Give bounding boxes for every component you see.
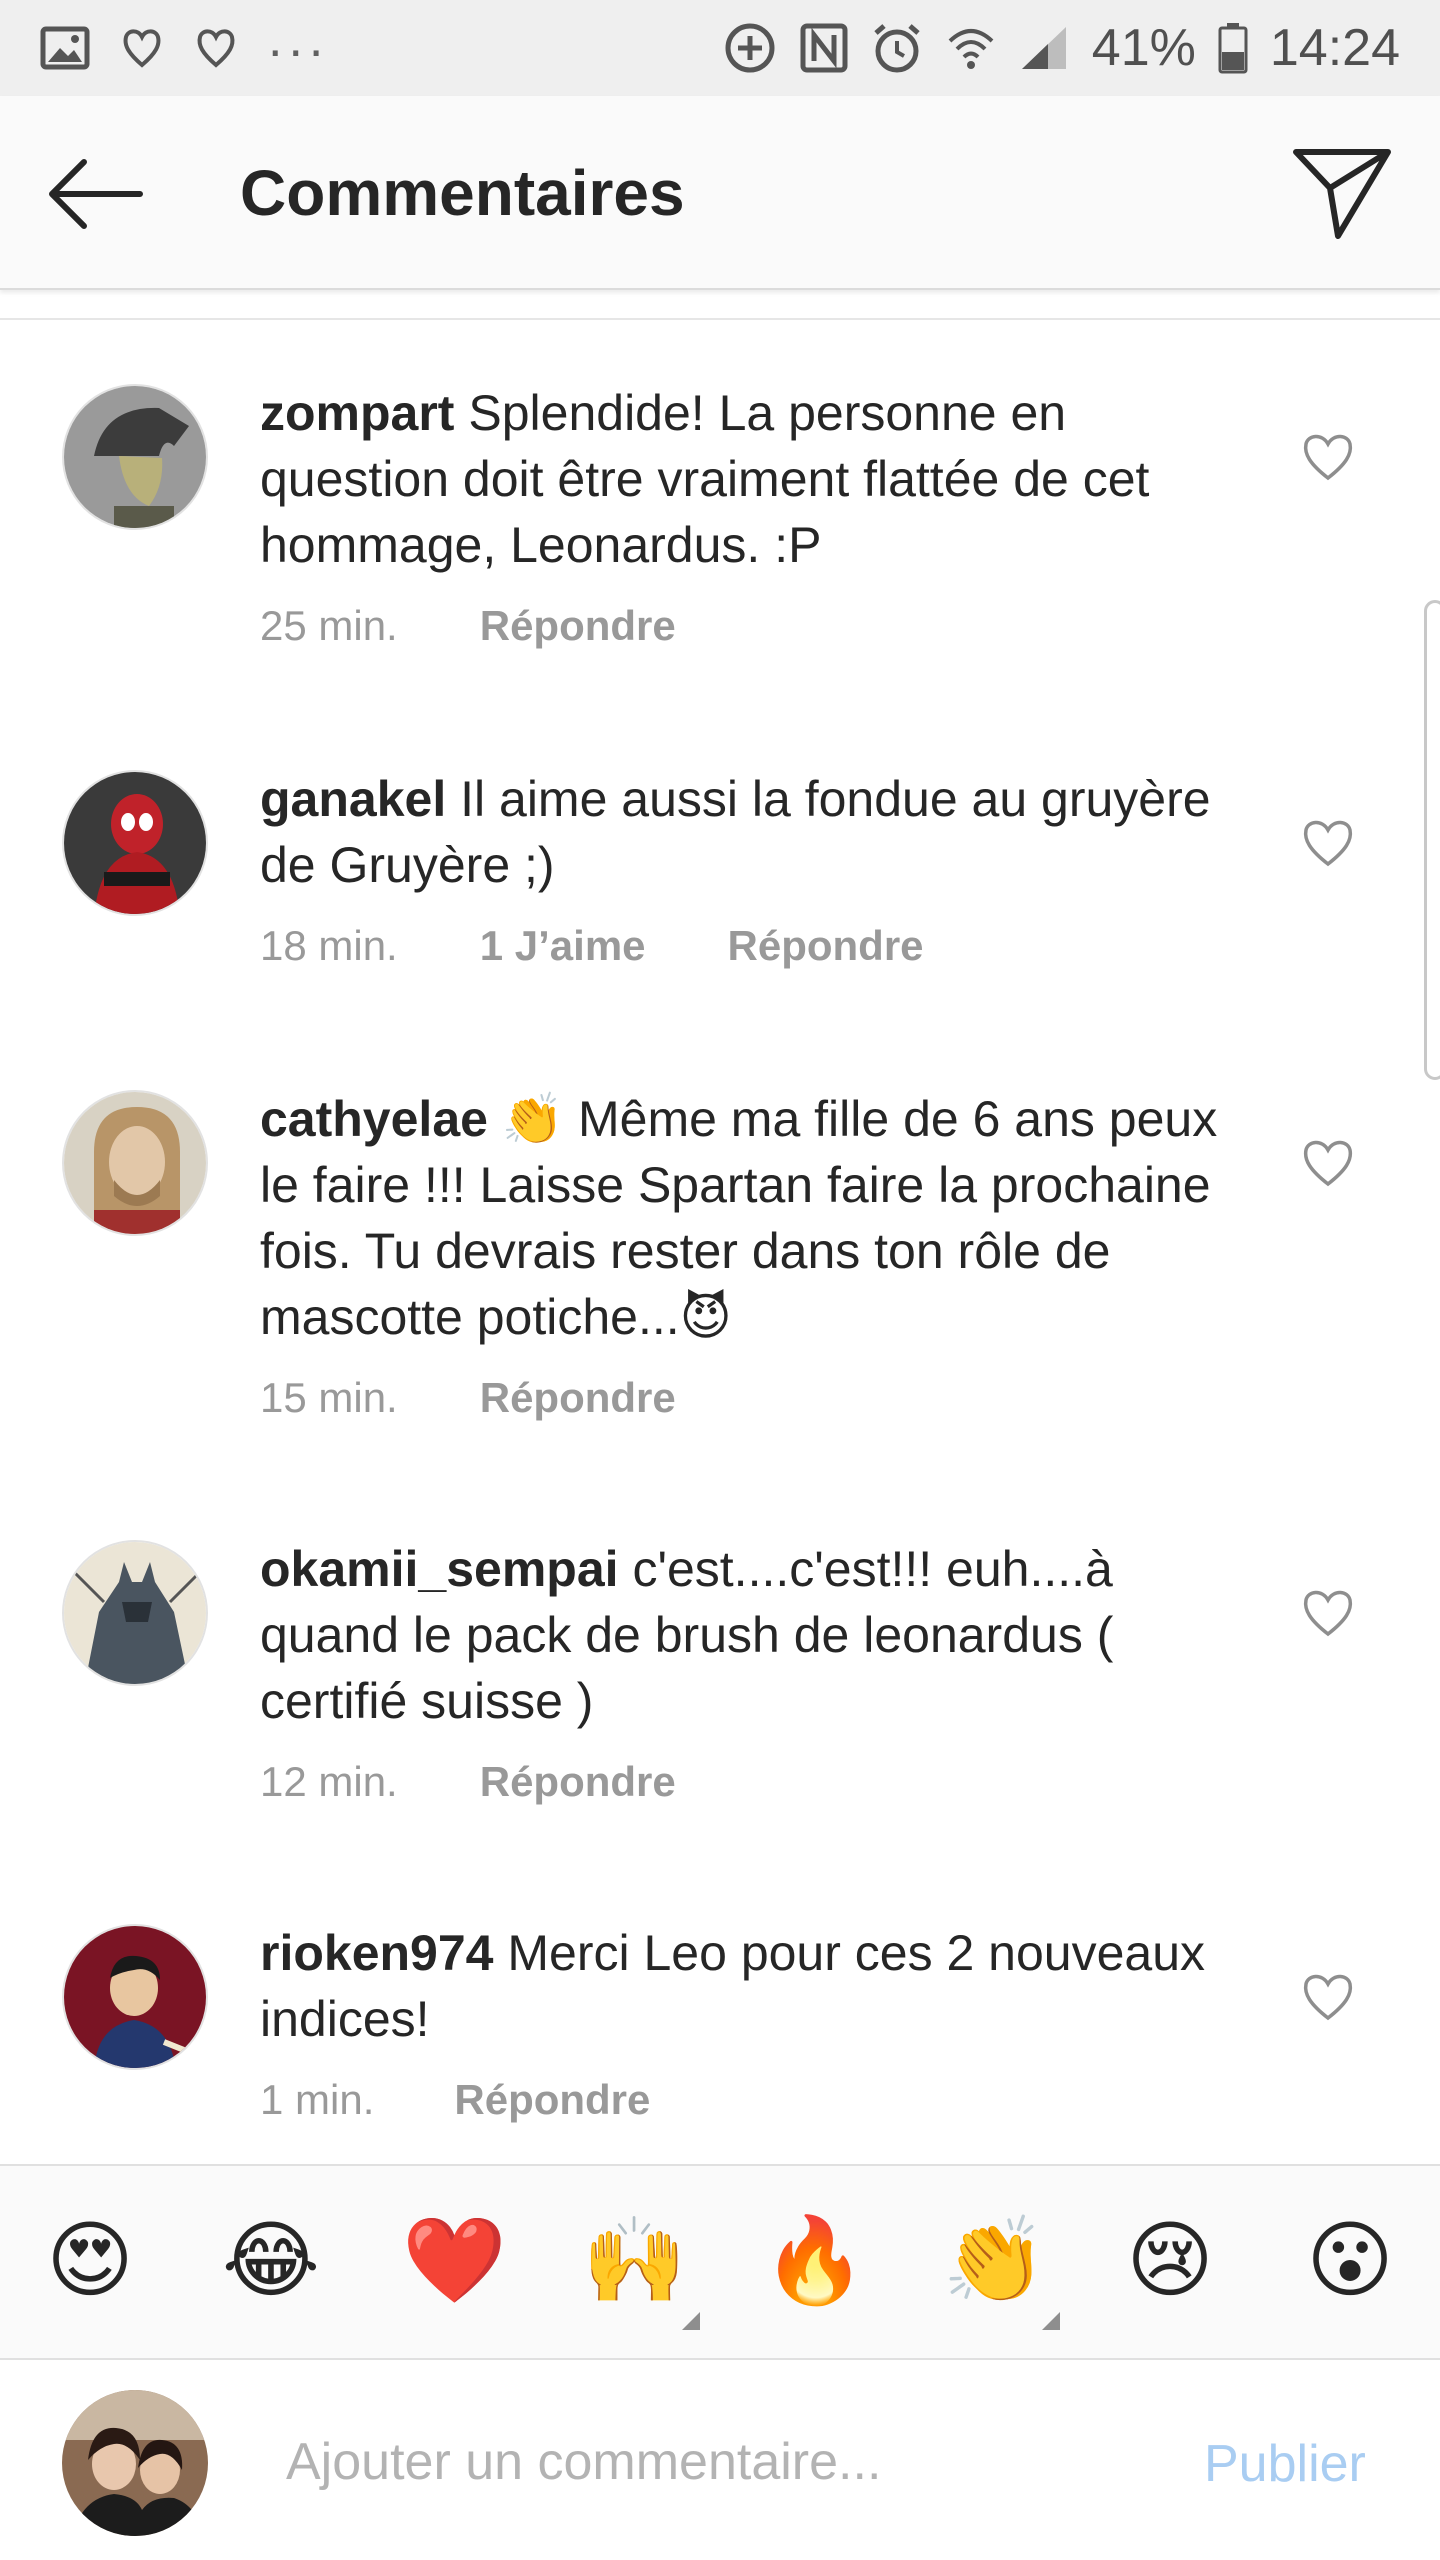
emoji-fire[interactable]: 🔥: [762, 2212, 867, 2308]
status-bar: ... 41% 14:24: [0, 0, 1440, 96]
reply-button[interactable]: Répondre: [480, 1758, 676, 1806]
more-notifications-indicator: ...: [268, 10, 330, 68]
comment-text: zompart Splendide! La personne en questi…: [260, 380, 1220, 578]
like-button[interactable]: [1300, 1136, 1356, 1188]
like-button[interactable]: [1300, 1970, 1356, 2022]
arrow-left-icon: [49, 159, 143, 229]
comment-username[interactable]: ganakel: [260, 771, 446, 827]
avatar[interactable]: [62, 384, 208, 530]
comment-time: 12 min.: [260, 1758, 398, 1805]
heart-outline-icon: [1303, 434, 1353, 481]
reply-button[interactable]: Répondre: [728, 922, 924, 970]
comment-username[interactable]: rioken974: [260, 1925, 493, 1981]
paper-plane-icon: [1293, 149, 1391, 239]
avatar[interactable]: [62, 1924, 208, 2070]
heart-outline-icon: [120, 25, 164, 71]
like-button[interactable]: [1300, 430, 1356, 482]
nfc-icon: [800, 23, 848, 73]
comment-username[interactable]: cathyelae: [260, 1091, 488, 1147]
avatar[interactable]: [62, 1540, 208, 1686]
page-title: Commentaires: [240, 157, 685, 229]
back-button[interactable]: [44, 154, 144, 234]
emoji-surprised[interactable]: 😮: [1302, 2212, 1398, 2308]
emoji-tears-of-joy[interactable]: 😂: [222, 2212, 320, 2308]
comments-header: Commentaires: [0, 96, 1440, 290]
skin-tone-indicator: [1042, 2312, 1060, 2330]
comment-meta: 18 min. 1 J’aime Répondre: [260, 922, 924, 970]
avatar[interactable]: [62, 1090, 208, 1236]
comment-text: rioken974 Merci Leo pour ces 2 nouveaux …: [260, 1920, 1220, 2052]
share-button[interactable]: [1290, 144, 1394, 244]
comment-time: 18 min.: [260, 922, 398, 969]
comment-meta: 15 min. Répondre: [260, 1374, 676, 1422]
battery-percentage: 41%: [1091, 19, 1196, 77]
comment-time: 15 min.: [260, 1374, 398, 1421]
emoji-quick-bar: 😍 😂 ❤️ 🙌 🔥 👏 😢 😮: [0, 2164, 1440, 2360]
comment-text: okamii_sempai c'est....c'est!!! euh....à…: [260, 1536, 1220, 1734]
comment-username[interactable]: zompart: [260, 385, 454, 441]
comment-text: ganakel Il aime aussi la fondue au gruyè…: [260, 766, 1220, 898]
emoji-heart-eyes[interactable]: 😍: [42, 2212, 138, 2308]
emoji-raised-hands[interactable]: 🙌: [582, 2212, 687, 2308]
scrollbar-thumb[interactable]: [1424, 600, 1440, 1080]
heart-outline-icon: [1303, 1140, 1353, 1187]
comment-meta: 12 min. Répondre: [260, 1758, 676, 1806]
comment-input-bar: Publier: [0, 2360, 1440, 2560]
reply-button[interactable]: Répondre: [480, 602, 676, 650]
data-saver-icon: [722, 20, 778, 76]
status-bar-right: 41% 14:24: [722, 18, 1400, 78]
comment-time: 25 min.: [260, 602, 398, 649]
skin-tone-indicator: [682, 2312, 700, 2330]
publish-button[interactable]: Publier: [1204, 2434, 1366, 2494]
emoji-crying[interactable]: 😢: [1122, 2212, 1218, 2308]
image-icon: [40, 26, 90, 70]
wifi-icon: [946, 23, 996, 73]
my-avatar: [62, 2390, 208, 2536]
comment-meta: 1 min. Répondre: [260, 2076, 650, 2124]
comment-time: 1 min.: [260, 2076, 375, 2123]
battery-icon: [1218, 22, 1248, 74]
like-button[interactable]: [1300, 1586, 1356, 1638]
emoji-clapping-hands[interactable]: 👏: [942, 2212, 1047, 2308]
comment-meta: 25 min. Répondre: [260, 602, 676, 650]
avatar[interactable]: [62, 770, 208, 916]
heart-outline-icon: [1303, 1590, 1353, 1637]
clock: 14:24: [1269, 19, 1400, 77]
heart-outline-icon: [1303, 820, 1353, 867]
like-button[interactable]: [1300, 816, 1356, 868]
signal-icon: [1018, 23, 1070, 73]
comment-username[interactable]: okamii_sempai: [260, 1541, 619, 1597]
heart-outline-icon: [1303, 1974, 1353, 2021]
emoji-red-heart[interactable]: ❤️: [402, 2212, 507, 2308]
divider: [0, 318, 1440, 320]
heart-outline-icon: [194, 25, 238, 71]
comment-text: cathyelae 👏 Même ma fille de 6 ans peux …: [260, 1086, 1220, 1350]
status-bar-left: ...: [40, 10, 329, 71]
likes-count[interactable]: 1 J’aime: [480, 922, 646, 970]
comment-input[interactable]: [286, 2422, 1146, 2502]
reply-button[interactable]: Répondre: [454, 2076, 650, 2124]
alarm-icon: [870, 21, 924, 75]
reply-button[interactable]: Répondre: [480, 1374, 676, 1422]
